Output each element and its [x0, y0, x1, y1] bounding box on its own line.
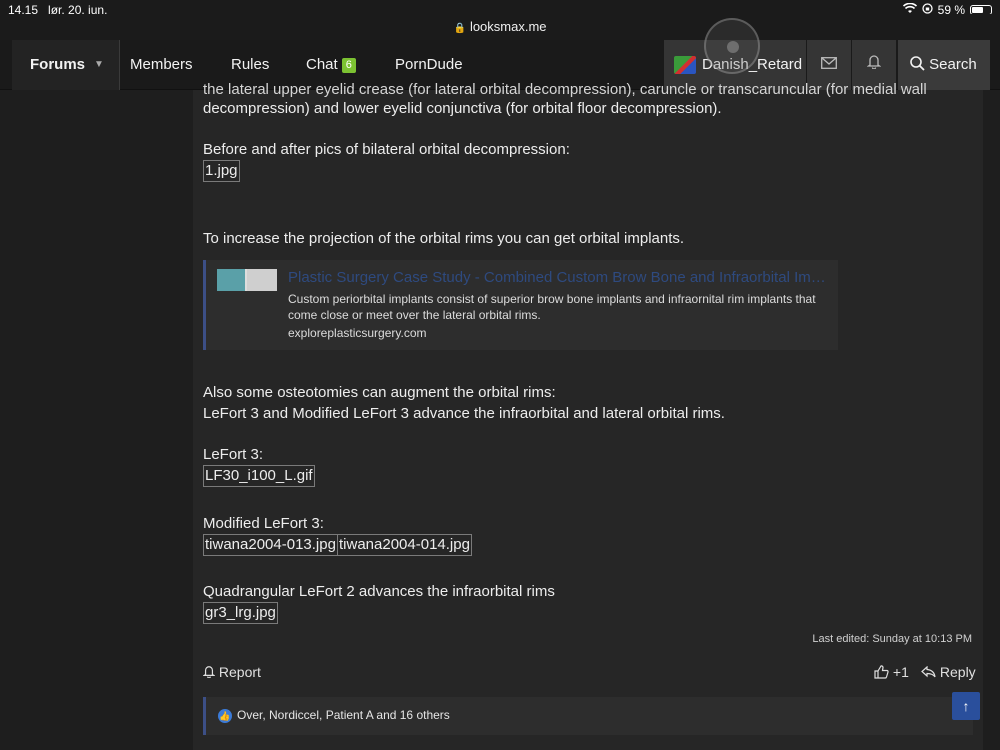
attachment-link[interactable]: tiwana2004-013.jpg: [203, 534, 338, 556]
nav-forums-label: Forums: [30, 56, 86, 73]
post-text-modified-lefort3: Modified LeFort 3:: [203, 515, 324, 532]
nav-chat-label: Chat: [306, 56, 338, 73]
nav-members[interactable]: Members: [130, 40, 193, 90]
post-text-decompression: decompression) and lower eyelid conjunct…: [203, 100, 722, 117]
like-reaction-icon: 👍: [218, 709, 232, 723]
battery-level: [972, 7, 983, 13]
report-button[interactable]: Report: [202, 664, 261, 680]
search-icon: [910, 56, 925, 73]
reply-label: Reply: [939, 664, 976, 680]
assistive-touch-dot: [727, 41, 739, 53]
search-label: Search: [929, 56, 977, 73]
link-preview-description: Custom periorbital implants consist of s…: [288, 292, 816, 322]
attachment-link[interactable]: 1.jpg: [203, 160, 240, 182]
post-text-lefort-advance: LeFort 3 and Modified LeFort 3 advance t…: [203, 405, 725, 422]
attachment-link[interactable]: gr3_lrg.jpg: [203, 602, 278, 624]
reply-icon: [921, 664, 936, 680]
reactions-text[interactable]: Over, Nordiccel, Patient A and 16 others: [237, 708, 450, 722]
post-text-before-after: Before and after pics of bilateral orbit…: [203, 141, 570, 158]
chevron-down-icon[interactable]: ▼: [90, 40, 108, 90]
attachment-link[interactable]: tiwana2004-014.jpg: [337, 534, 472, 556]
post-text-implants: To increase the projection of the orbita…: [203, 230, 685, 247]
like-count: +1: [892, 664, 909, 680]
attachment-link[interactable]: LF30_i100_L.gif: [203, 465, 315, 487]
post-text-cut: the lateral upper eyelid crease (for lat…: [203, 81, 927, 98]
link-preview-domain: exploreplasticsurgery.com: [288, 326, 427, 340]
scroll-to-top-button[interactable]: ↑: [952, 692, 980, 720]
reactions-bar[interactable]: 👍 Over, Nordiccel, Patient A and 16 othe…: [203, 697, 973, 735]
bell-icon: [866, 55, 882, 73]
url-text: looksmax.me: [469, 19, 547, 34]
report-label: Report: [218, 664, 261, 680]
link-preview-title[interactable]: Plastic Surgery Case Study - Combined Cu…: [288, 269, 828, 286]
post-text-quadrangular: Quadrangular LeFort 2 advances the infra…: [203, 583, 555, 600]
thumbs-up-icon: [874, 664, 889, 680]
lock-icon: 🔒: [453, 23, 466, 34]
post-text-lefort3: LeFort 3:: [203, 446, 264, 463]
chat-count-badge: 6: [341, 58, 356, 73]
envelope-icon: [821, 56, 837, 73]
address-bar[interactable]: 🔒 looksmax.me: [0, 14, 1000, 40]
post-text-osteotomies: Also some osteotomies can augment the or…: [203, 384, 556, 401]
like-button[interactable]: +1: [874, 664, 909, 680]
link-preview-thumbnail: [217, 269, 277, 291]
bell-icon: [202, 664, 216, 680]
last-edited: Last edited: Sunday at 10:13 PM: [812, 633, 972, 645]
arrow-up-icon: ↑: [962, 698, 970, 714]
reply-button[interactable]: Reply: [921, 664, 976, 680]
link-preview-card[interactable]: Plastic Surgery Case Study - Combined Cu…: [203, 260, 838, 350]
avatar: [674, 56, 696, 74]
assistive-touch-control[interactable]: [704, 18, 760, 74]
